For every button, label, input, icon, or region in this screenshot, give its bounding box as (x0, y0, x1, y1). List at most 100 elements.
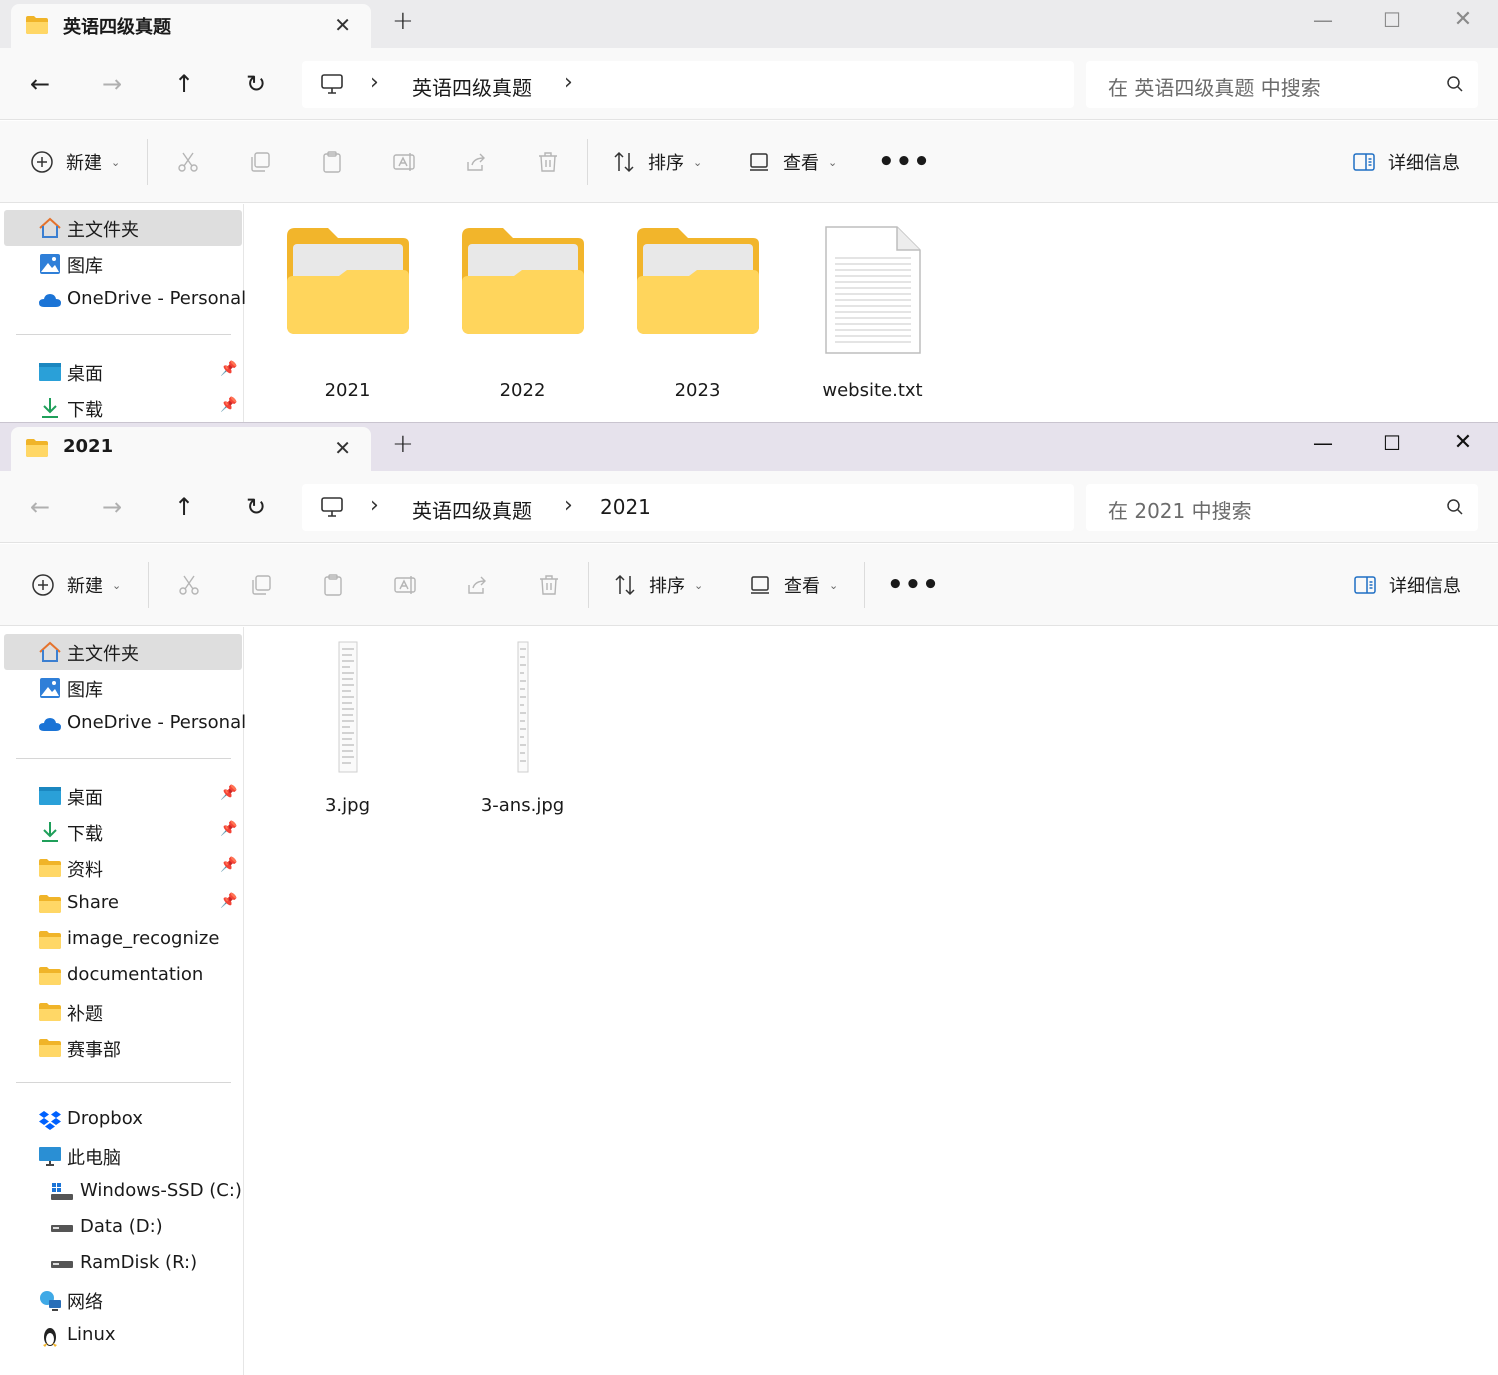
back-button[interactable]: ← (22, 489, 58, 525)
details-pane-icon (1354, 576, 1376, 594)
sidebar-item-image-recognize[interactable]: image_recognize (4, 922, 242, 958)
image-file-item[interactable]: 3-ans.jpg (435, 641, 610, 816)
more-options-icon[interactable]: ••• (887, 570, 940, 600)
maximize-button[interactable]: ☐ (1357, 423, 1427, 463)
rename-button[interactable] (393, 544, 417, 626)
gallery-icon (40, 678, 60, 698)
sidebar-item-drive-c[interactable]: Windows-SSD (C:) (4, 1174, 242, 1210)
new-tab-button[interactable]: + (392, 429, 414, 459)
sidebar-item-network[interactable]: 网络 (4, 1282, 242, 1318)
new-button[interactable]: 新建 ⌄ (30, 121, 120, 203)
copy-button[interactable] (248, 121, 272, 203)
sidebar-item-saishibu[interactable]: 赛事部 (4, 1030, 242, 1066)
sidebar-item-share[interactable]: Share 📌 (4, 886, 242, 922)
search-box[interactable]: 在 英语四级真题 中搜索 (1086, 61, 1478, 108)
back-button[interactable]: ← (22, 66, 58, 102)
chevron-right-icon[interactable]: › (564, 493, 573, 518)
view-button[interactable]: 查看 ⌄ (747, 121, 837, 203)
details-pane-button[interactable]: 详细信息 (1352, 121, 1460, 203)
view-button[interactable]: 查看 ⌄ (748, 544, 838, 626)
search-icon (1447, 499, 1463, 515)
address-bar[interactable]: › 英语四级真题 › 2021 (302, 484, 1074, 531)
search-box[interactable]: 在 2021 中搜索 (1086, 484, 1478, 531)
sidebar-item-dropbox[interactable]: Dropbox (4, 1102, 242, 1138)
forward-button[interactable]: → (94, 66, 130, 102)
image-file-item[interactable]: 3.jpg (260, 641, 435, 816)
sidebar-item-gallery[interactable]: 图库 (4, 670, 242, 706)
cut-button[interactable] (176, 121, 200, 203)
sidebar-item-drive-r[interactable]: RamDisk (R:) (4, 1246, 242, 1282)
sidebar-item-onedrive[interactable]: OneDrive - Personal (4, 282, 246, 318)
copy-button[interactable] (249, 544, 273, 626)
breadcrumb-item[interactable]: 英语四级真题 (412, 495, 532, 524)
sidebar-item-this-pc[interactable]: 此电脑 (4, 1138, 242, 1174)
minimize-button[interactable]: — (1288, 0, 1358, 40)
sidebar-item-buti[interactable]: 补题 (4, 994, 242, 1030)
address-bar[interactable]: › 英语四级真题 › (302, 61, 1074, 108)
pin-icon: 📌 (220, 397, 238, 413)
home-icon (39, 641, 61, 662)
share-icon (468, 576, 486, 594)
sort-button[interactable]: 排序 ⌄ (613, 544, 703, 626)
chevron-right-icon[interactable]: › (370, 70, 379, 95)
minimize-button[interactable]: — (1288, 423, 1358, 463)
sort-button[interactable]: 排序 ⌄ (612, 121, 702, 203)
chevron-down-icon: ⌄ (111, 155, 121, 169)
more-options-icon[interactable]: ••• (878, 147, 931, 177)
sidebar-item-label: image_recognize (67, 928, 220, 949)
close-tab-icon[interactable]: ✕ (334, 436, 351, 460)
close-tab-icon[interactable]: ✕ (334, 13, 351, 37)
close-window-button[interactable]: ✕ (1428, 0, 1498, 40)
chevron-right-icon[interactable]: › (370, 493, 379, 518)
paste-button[interactable] (320, 121, 344, 203)
new-button[interactable]: 新建 ⌄ (31, 544, 121, 626)
share-button[interactable] (464, 121, 488, 203)
sidebar-item-documentation[interactable]: documentation (4, 958, 242, 994)
sidebar-item-desktop[interactable]: 桌面 📌 (4, 778, 242, 814)
folder-item[interactable]: 2023 (610, 226, 785, 401)
maximize-button[interactable]: ☐ (1357, 0, 1427, 40)
tab-active[interactable]: 2021 ✕ (11, 427, 371, 471)
sidebar-item-home[interactable]: 主文件夹 (4, 210, 242, 246)
sidebar-item-ziliao[interactable]: 资料 📌 (4, 850, 242, 886)
divider (588, 562, 589, 608)
sidebar-item-home[interactable]: 主文件夹 (4, 634, 242, 670)
breadcrumb-item[interactable]: 2021 (600, 495, 651, 519)
up-button[interactable]: ↑ (166, 66, 202, 102)
view-icon (750, 153, 768, 171)
breadcrumb-item[interactable]: 英语四级真题 (412, 72, 532, 101)
folder-item[interactable]: 2022 (435, 226, 610, 401)
chevron-right-icon[interactable]: › (564, 70, 573, 95)
sort-icon (614, 151, 634, 173)
sidebar-item-label: OneDrive - Personal (67, 712, 247, 733)
share-button[interactable] (465, 544, 489, 626)
close-window-button[interactable]: ✕ (1428, 423, 1498, 463)
cut-button[interactable] (177, 544, 201, 626)
sort-label: 排序 (648, 153, 684, 174)
forward-button[interactable]: → (94, 489, 130, 525)
sidebar-item-onedrive[interactable]: OneDrive - Personal (4, 706, 246, 742)
image-thumbnail-icon (338, 641, 357, 773)
add-circle-icon (32, 574, 54, 596)
paste-button[interactable] (321, 544, 345, 626)
delete-button[interactable] (537, 544, 561, 626)
sidebar-item-downloads[interactable]: 下载 📌 (4, 814, 242, 850)
sidebar-item-linux[interactable]: Linux (4, 1318, 242, 1354)
text-file-item[interactable]: website.txt (785, 226, 960, 401)
details-pane-button[interactable]: 详细信息 (1353, 544, 1461, 626)
sidebar-item-label: 图库 (67, 256, 103, 277)
sidebar-item-downloads[interactable]: 下载 📌 (4, 390, 242, 422)
sidebar-item-desktop[interactable]: 桌面 📌 (4, 354, 242, 390)
sidebar-item-gallery[interactable]: 图库 (4, 246, 242, 282)
delete-button[interactable] (536, 121, 560, 203)
rename-button[interactable] (392, 121, 416, 203)
folder-item[interactable]: 2021 (260, 226, 435, 401)
refresh-button[interactable]: ↻ (238, 66, 274, 102)
up-button[interactable]: ↑ (166, 489, 202, 525)
new-tab-button[interactable]: + (392, 6, 414, 36)
tab-active[interactable]: 英语四级真题 ✕ (11, 4, 371, 48)
sidebar-item-label: 下载 (67, 824, 103, 845)
sidebar-item-drive-d[interactable]: Data (D:) (4, 1210, 242, 1246)
pin-icon: 📌 (220, 857, 238, 873)
refresh-button[interactable]: ↻ (238, 489, 274, 525)
